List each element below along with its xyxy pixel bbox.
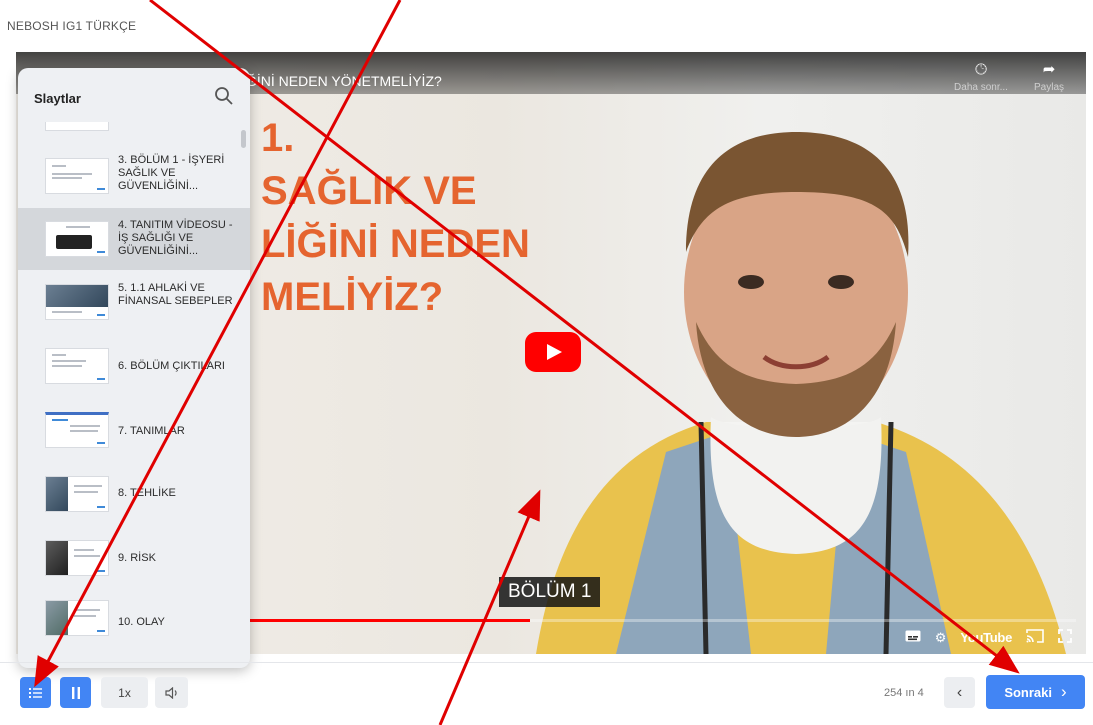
slide-thumbnail [45,284,109,320]
course-title: NEBOSH IG1 TÜRKÇE [7,19,137,33]
slide-thumbnail [45,600,109,636]
slide-thumbnail-partial [45,122,109,131]
chevron-right-icon: › [1061,682,1067,701]
next-button-label: Sonraki [1004,684,1052,700]
speaker-icon [164,686,177,699]
slides-panel-header: Slaytlar [18,68,250,123]
settings-gear-icon[interactable]: ⚙ [935,630,947,646]
youtube-logo[interactable]: YouTube [960,630,1012,645]
slides-panel-title: Slaytlar [34,91,81,106]
slide-item[interactable]: 5. 1.1 AHLAKİ VE FİNANSAL SEBEPLER [18,270,250,332]
slide-label: 5. 1.1 AHLAKİ VE FİNANSAL SEBEPLER [118,282,233,307]
slide-label: 9. RİSK [118,552,156,564]
cast-icon[interactable] [1026,629,1044,646]
search-icon[interactable] [214,86,234,106]
slide-thumbnail [45,158,109,194]
slide-thumbnail [45,412,109,448]
slide-item[interactable]: 3. BÖLÜM 1 - İŞYERİ SAĞLIK VE GÜVENLİĞİN… [18,146,250,208]
captions-icon[interactable] [905,630,921,645]
next-button[interactable]: Sonraki › [986,675,1085,709]
pause-button[interactable] [60,677,91,708]
slide-thumbnail [45,476,109,512]
slide-label: 10. OLAY [118,616,165,628]
slide-item-active[interactable]: 4. TANITIM VİDEOSU - İŞ SAĞLIĞI VE GÜVEN… [18,208,250,270]
clock-icon: 🕒︎ [975,61,987,78]
playback-speed-button[interactable]: 1x [101,677,148,708]
slide-label: 7. TANIMLAR [118,425,185,437]
slide-item[interactable]: 9. RİSK [18,520,250,582]
list-icon [29,687,42,698]
share-arrow-icon: ➦ [1042,61,1056,78]
video-caption: BÖLÜM 1 [499,577,601,607]
slide-label: 8. TEHLİKE [118,487,176,499]
share-label: Paylaş [1033,82,1064,93]
slide-thumbnail [45,540,109,576]
presenter-image [536,132,1066,654]
slide-label: 6. BÖLÜM ÇIKTILARI [118,360,225,372]
lesson-page: NEBOSH IG1 TÜRKÇE 1. SAĞLIK VE LİĞİNİ NE… [0,0,1093,725]
slide-item[interactable]: 10. OLAY [18,584,250,646]
slide-thumbnail [45,221,109,257]
youtube-controls: ⚙ YouTube [905,629,1072,646]
bottom-divider [0,662,1093,663]
chevron-left-icon: ‹ [956,683,963,701]
slides-menu-button[interactable] [20,677,51,708]
slide-label: 3. BÖLÜM 1 - İŞYERİ SAĞLIK VE GÜVENLİĞİN… [118,154,225,192]
watch-later-button[interactable]: 🕒︎ Daha sonr... [946,61,1016,93]
volume-button[interactable] [155,677,188,708]
previous-button[interactable]: ‹ [944,677,975,708]
slide-heading: 1. SAĞLIK VE LİĞİNİ NEDEN MELİYİZ? [261,116,530,319]
slide-label: 4. TANITIM VİDEOSU - İŞ SAĞLIĞI VE GÜVEN… [118,219,233,257]
page-counter: 254 ın 4 [884,687,924,699]
watch-later-label: Daha sonr... [954,82,1008,93]
pause-icon [71,686,80,699]
video-title[interactable]: ĞİNİ NEDEN YÖNETMELİYİZ? [246,73,442,89]
share-button[interactable]: ➦ Paylaş [1014,61,1084,93]
slide-thumbnail [45,348,109,384]
slide-item[interactable]: 8. TEHLİKE [18,456,250,518]
slide-item[interactable]: 6. BÖLÜM ÇIKTILARI [18,332,250,394]
fullscreen-icon[interactable] [1058,629,1072,646]
play-icon[interactable] [525,332,581,372]
slides-panel: Slaytlar 3. BÖLÜM 1 - İŞYERİ SAĞLIK VE G… [18,68,250,668]
slide-item[interactable]: 7. TANIMLAR [18,394,250,456]
